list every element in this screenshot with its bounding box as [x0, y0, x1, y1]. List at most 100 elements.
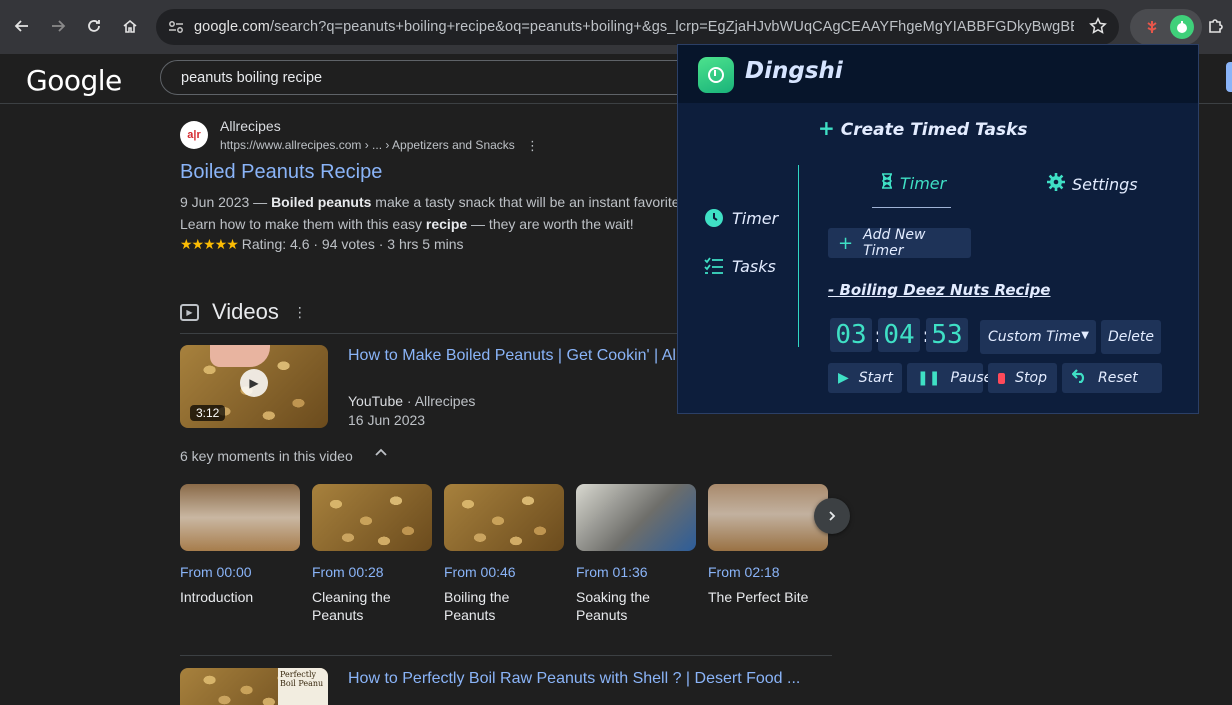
- back-icon[interactable]: [5, 9, 39, 43]
- videos-more-icon[interactable]: ⋮: [293, 304, 307, 321]
- url-domain: google.com: [194, 19, 270, 35]
- time-preset-select[interactable]: Custom Time ▼: [980, 320, 1096, 354]
- moment-thumbnail-5[interactable]: [708, 484, 828, 551]
- video-channel: Allrecipes: [414, 393, 476, 409]
- chevron-up-icon[interactable]: [374, 446, 388, 463]
- undo-icon: [1071, 369, 1088, 387]
- home-icon[interactable]: [113, 9, 147, 43]
- video-date: 16 Jun 2023: [348, 412, 426, 428]
- red-extension-icon[interactable]: [1140, 15, 1164, 39]
- key-moments-heading[interactable]: 6 key moments in this video: [180, 448, 353, 464]
- video-platform: YouTube: [348, 393, 404, 409]
- create-label: Create Timed Tasks: [840, 120, 1028, 140]
- result-title-link[interactable]: Boiled Peanuts Recipe: [180, 161, 382, 184]
- extensions-pill: [1130, 9, 1202, 45]
- side-nav-tasks-label: Tasks: [732, 256, 776, 276]
- moment-label: Cleaning the Peanuts: [312, 589, 391, 623]
- search-query: peanuts boiling recipe: [181, 70, 323, 86]
- snippet-text-2b: — they are worth the wait!: [467, 216, 634, 232]
- extension-puzzle-icon[interactable]: [1206, 16, 1226, 41]
- tab-timer-label: Timer: [900, 173, 947, 193]
- forward-icon[interactable]: [41, 9, 75, 43]
- reset-label: Reset: [1098, 370, 1138, 386]
- plus-icon: +: [838, 232, 854, 254]
- moment-time[interactable]: From 00:46: [444, 564, 516, 580]
- list-check-icon: [704, 256, 724, 276]
- side-nav-timer[interactable]: Timer: [704, 208, 778, 228]
- site-settings-icon[interactable]: [166, 17, 186, 37]
- more-options-icon[interactable]: ⋮: [526, 138, 539, 154]
- plus-icon: +: [818, 116, 835, 140]
- pause-button[interactable]: ❚❚ Pause: [907, 363, 992, 393]
- result-site-name[interactable]: Allrecipes: [220, 118, 281, 134]
- video-thumbnail-2[interactable]: Perfectly Boil Peanu: [180, 668, 328, 705]
- video-duration: 3:12: [190, 405, 226, 421]
- sign-in-button[interactable]: [1226, 62, 1232, 92]
- side-divider: [798, 165, 799, 347]
- moment-thumbnail-3[interactable]: [444, 484, 564, 551]
- tab-settings[interactable]: Settings: [1047, 173, 1138, 195]
- play-icon: ▶: [838, 370, 849, 386]
- moment-time[interactable]: From 01:36: [576, 564, 648, 580]
- video-title-link[interactable]: How to Make Boiled Peanuts | Get Cookin'…: [348, 347, 680, 365]
- moment-thumbnail-1[interactable]: [180, 484, 300, 551]
- thumbnail-caption: Perfectly Boil Peanu: [278, 668, 328, 705]
- moment-label: The Perfect Bite: [708, 589, 809, 605]
- address-bar[interactable]: google.com/search?q=peanuts+boiling+reci…: [156, 9, 1119, 45]
- moment-label: Introduction: [180, 589, 254, 605]
- divider: [180, 655, 832, 656]
- google-logo[interactable]: Google: [26, 64, 122, 97]
- reset-button[interactable]: Reset: [1062, 363, 1162, 393]
- tab-timer[interactable]: Timer: [881, 173, 946, 193]
- moment-thumbnail-2[interactable]: [312, 484, 432, 551]
- moment-time[interactable]: From 02:18: [708, 564, 780, 580]
- side-nav-tasks[interactable]: Tasks: [704, 256, 776, 276]
- add-timer-label: Add New Timer: [863, 227, 926, 259]
- add-new-timer-button[interactable]: + Add New Timer: [828, 227, 971, 259]
- delete-button[interactable]: Delete: [1101, 320, 1161, 354]
- bookmark-star-icon[interactable]: [1089, 17, 1107, 40]
- video-section-icon: ▶: [180, 303, 199, 321]
- moment-time[interactable]: From 00:28: [312, 564, 384, 580]
- create-timed-tasks[interactable]: + Create Timed Tasks: [818, 116, 1028, 140]
- minutes-field[interactable]: 04: [878, 318, 920, 352]
- dingshi-extension-icon[interactable]: [1170, 15, 1194, 39]
- pause-icon: ❚❚: [917, 370, 941, 386]
- result-site-url[interactable]: https://www.allrecipes.com › ... › Appet…: [220, 138, 515, 152]
- stop-label: Stop: [1015, 370, 1047, 386]
- select-value: Custom Time: [988, 329, 1081, 345]
- side-nav-timer-label: Timer: [732, 208, 779, 228]
- url-text: google.com/search?q=peanuts+boiling+reci…: [194, 19, 1074, 35]
- rating-text: Rating: 4.6 · 94 votes · 3 hrs 5 mins: [241, 236, 464, 252]
- search-input[interactable]: peanuts boiling recipe: [160, 60, 720, 95]
- video-source: YouTube · Allrecipes: [348, 393, 476, 409]
- dingshi-popup: Dingshi + Create Timed Tasks Timer Tasks …: [677, 44, 1199, 414]
- videos-title: Videos: [212, 299, 279, 324]
- moment-time[interactable]: From 00:00: [180, 564, 252, 580]
- chevron-down-icon: ▼: [1081, 330, 1089, 341]
- moment-thumbnail-4[interactable]: [576, 484, 696, 551]
- stop-button[interactable]: Stop: [988, 363, 1057, 393]
- chevron-right-icon[interactable]: [814, 498, 850, 534]
- rating-line: ★★★★★ Rating: 4.6 · 94 votes · 3 hrs 5 mi…: [180, 236, 464, 253]
- snippet-text-2a: Learn how to make them with this easy: [180, 216, 426, 232]
- dingshi-logo-icon: [698, 57, 734, 93]
- snippet-date: 9 Jun 2023 —: [180, 194, 272, 210]
- video-title-link-2[interactable]: How to Perfectly Boil Raw Peanuts with S…: [348, 670, 800, 688]
- tab-underline: [872, 207, 951, 208]
- hours-field[interactable]: 03: [830, 318, 872, 352]
- url-path: /search?q=peanuts+boiling+recipe&oq=pean…: [269, 19, 1074, 35]
- snippet-bold: Boiled peanuts: [271, 194, 372, 210]
- snippet-text: make a tasty snack that will be an insta…: [371, 194, 680, 210]
- play-icon[interactable]: ▶: [240, 369, 268, 397]
- timer-task-title[interactable]: - Boiling Deez Nuts Recipe: [828, 281, 1050, 299]
- reload-icon[interactable]: [77, 9, 111, 43]
- seconds-field[interactable]: 53: [926, 318, 968, 352]
- pause-label: Pause: [950, 370, 993, 386]
- clock-icon: [704, 208, 724, 228]
- videos-heading: ▶ Videos ⋮: [180, 299, 307, 325]
- stop-icon: [998, 372, 1006, 384]
- moment-label: Soaking the Peanuts: [576, 589, 650, 623]
- gear-icon: [1047, 173, 1065, 195]
- start-button[interactable]: ▶ Start: [828, 363, 902, 393]
